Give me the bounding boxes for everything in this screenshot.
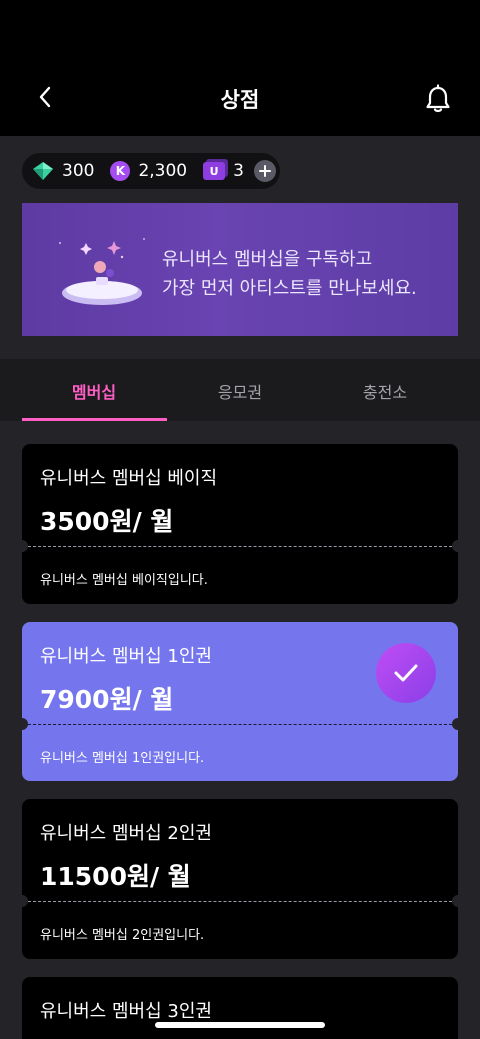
ticket-notch <box>16 895 28 907</box>
ticket-notch <box>452 540 464 552</box>
ticket-notch <box>16 540 28 552</box>
plan-name: 유니버스 멤버십 1인권 <box>40 646 212 667</box>
selected-check <box>376 643 436 703</box>
plan-price: 7900원/ 월 <box>40 685 174 714</box>
plan-name: 유니버스 멤버십 2인권 <box>40 823 212 844</box>
plan-description: 유니버스 멤버십 베이직입니다. <box>40 573 208 588</box>
u-ticket-icon: U <box>203 162 226 180</box>
add-currency-button[interactable] <box>253 160 276 182</box>
check-icon <box>394 664 418 682</box>
ticket-divider <box>28 901 452 902</box>
ticket-divider <box>28 546 452 547</box>
page-title: 상점 <box>220 88 260 112</box>
gem-count: 300 <box>62 161 95 181</box>
tab-entry-tickets[interactable]: 응모권 <box>168 379 312 403</box>
ticket-notch <box>452 718 464 730</box>
plan-card-1-person[interactable]: 유니버스 멤버십 1인권 7900원/ 월 유니버스 멤버십 1인권입니다. <box>16 622 464 781</box>
plan-card-2-person[interactable]: 유니버스 멤버십 2인권 11500원/ 월 유니버스 멤버십 2인권입니다. <box>16 799 464 959</box>
plan-name: 유니버스 멤버십 3인권 <box>40 1001 212 1022</box>
gem-icon <box>33 162 53 180</box>
plus-icon <box>258 165 271 177</box>
ticket-notch <box>16 718 28 730</box>
notifications-button[interactable] <box>420 80 456 118</box>
u-ticket-count: 3 <box>233 161 244 181</box>
home-indicator <box>155 1022 325 1028</box>
bell-icon <box>426 84 450 113</box>
ticket-notch <box>452 895 464 907</box>
currency-balance: 300 K 2,300 U 3 <box>22 153 280 189</box>
ticket-divider <box>28 724 452 725</box>
k-coin-count: 2,300 <box>138 161 188 181</box>
u-ticket-balance: U 3 <box>203 161 244 181</box>
active-tab-indicator <box>22 418 167 421</box>
tab-membership[interactable]: 멤버십 <box>22 379 166 403</box>
banner-line-2: 가장 먼저 아티스트를 만나보세요. <box>162 278 417 299</box>
plan-price: 11500원/ 월 <box>40 862 191 891</box>
tab-bar: 멤버십 응모권 충전소 <box>0 359 480 421</box>
gem-balance: 300 <box>32 161 94 181</box>
banner-text: 유니버스 멤버십을 구독하고 가장 먼저 아티스트를 만나보세요. <box>162 245 417 303</box>
k-coin-balance: K 2,300 <box>110 161 187 181</box>
plan-description: 유니버스 멤버십 2인권입니다. <box>40 928 205 943</box>
banner-line-1: 유니버스 멤버십을 구독하고 <box>162 249 373 270</box>
top-bar: 상점 <box>0 0 480 136</box>
membership-banner[interactable]: 유니버스 멤버십을 구독하고 가장 먼저 아티스트를 만나보세요. <box>22 203 458 336</box>
banner-illustration <box>59 238 145 305</box>
tab-charging-station[interactable]: 충전소 <box>313 379 457 403</box>
plan-card-3-person[interactable]: 유니버스 멤버십 3인권 <box>22 977 458 1039</box>
plan-price: 3500원/ 월 <box>40 507 174 536</box>
plan-name: 유니버스 멤버십 베이직 <box>40 468 218 489</box>
plan-description: 유니버스 멤버십 1인권입니다. <box>40 751 205 766</box>
plan-card-basic[interactable]: 유니버스 멤버십 베이직 3500원/ 월 유니버스 멤버십 베이직입니다. <box>16 444 464 604</box>
k-coin-icon: K <box>110 161 131 181</box>
